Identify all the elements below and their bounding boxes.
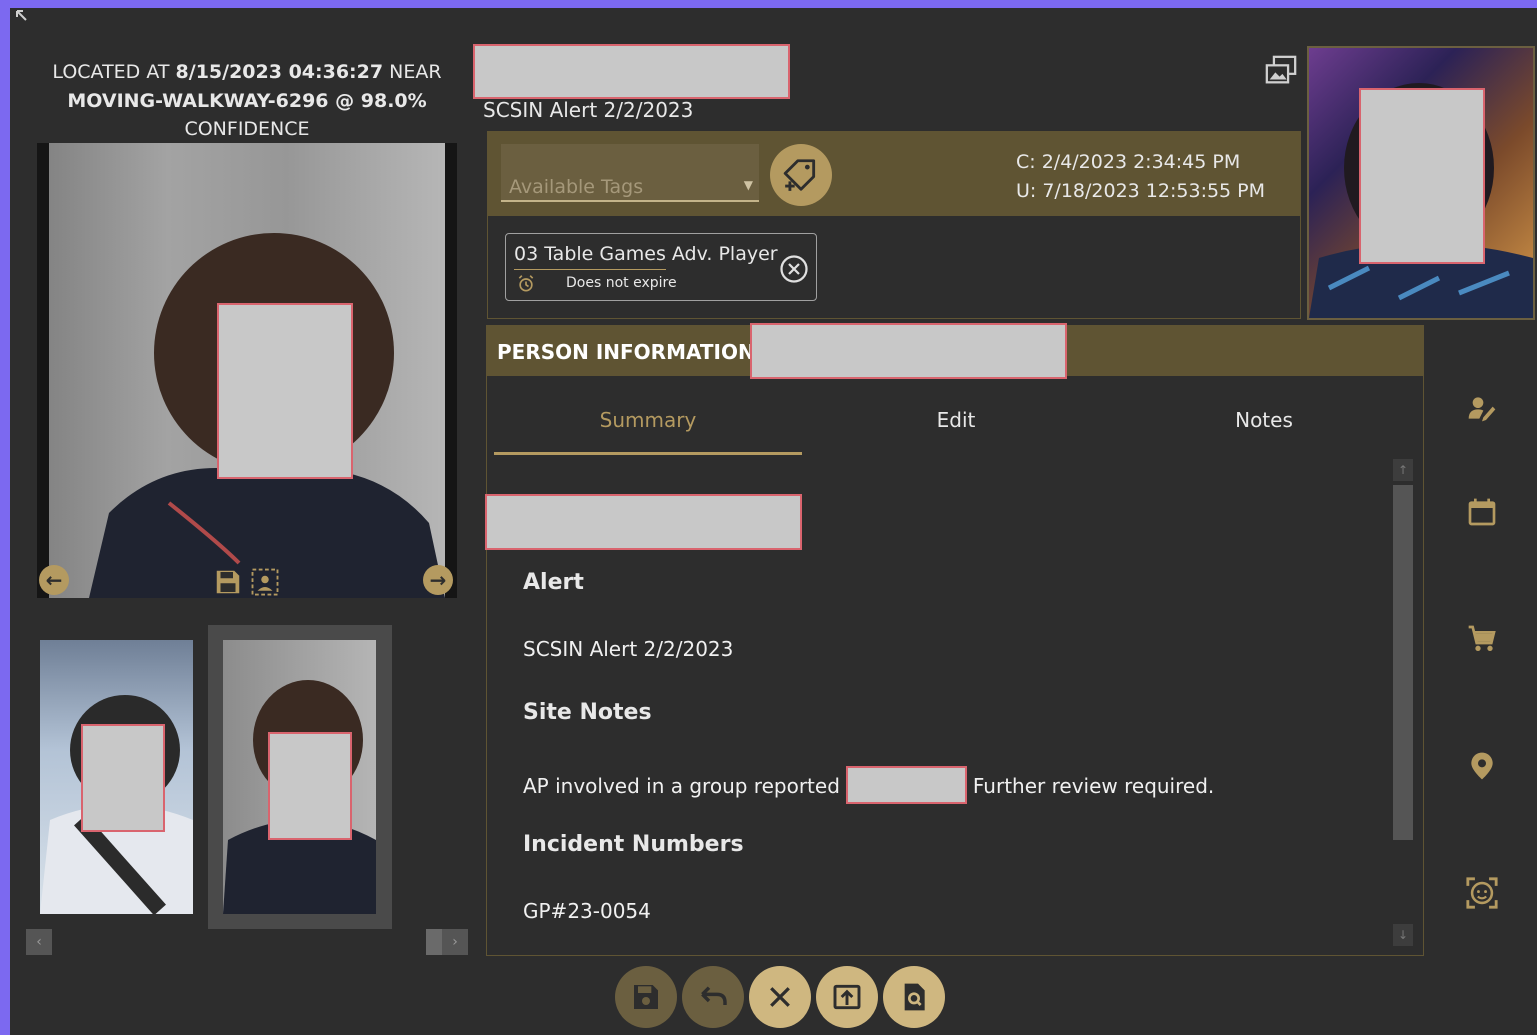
- available-tags-placeholder: Available Tags: [509, 176, 644, 198]
- main-photo: ← →: [37, 143, 457, 598]
- person-image-icon[interactable]: [249, 567, 281, 597]
- tag-chip[interactable]: 03 Table Games Adv. Player Does not expi…: [505, 233, 817, 301]
- remove-tag-icon[interactable]: [779, 254, 809, 284]
- located-confidence: CONFIDENCE: [184, 118, 310, 140]
- add-tag-icon: [783, 159, 816, 191]
- site-notes-text-before: AP involved in a group reported: [523, 774, 840, 798]
- tag-chip-expiry: Does not expire: [566, 275, 677, 291]
- tags-panel: Available Tags ▼ C: 2/4/2023 2:34:45 PM …: [487, 131, 1301, 319]
- person-information-panel: PERSON INFORMATION Summary Edit Notes Al…: [485, 323, 1424, 956]
- person-information-title: PERSON INFORMATION: [497, 340, 755, 364]
- face-redaction: [217, 303, 353, 479]
- record-subtitle: SCSIN Alert 2/2/2023: [483, 98, 694, 122]
- tab-summary[interactable]: Summary: [494, 408, 802, 432]
- calendar-icon[interactable]: [1462, 492, 1502, 532]
- scrollbar-thumb[interactable]: [1393, 485, 1413, 840]
- add-tag-button[interactable]: [770, 144, 832, 206]
- collapse-arrow-icon[interactable]: [14, 8, 30, 24]
- thumbnail-2-selected[interactable]: [208, 625, 392, 929]
- record-dates: C: 2/4/2023 2:34:45 PM U: 7/18/2023 12:5…: [1016, 148, 1265, 206]
- undo-icon: [701, 986, 727, 1005]
- compare-images-icon[interactable]: [1264, 54, 1298, 88]
- site-notes-redaction: [845, 766, 967, 804]
- next-image-button[interactable]: →: [423, 565, 453, 595]
- export-icon: [833, 984, 861, 1010]
- export-button[interactable]: [816, 966, 878, 1028]
- person-id-redaction: [750, 323, 1067, 379]
- undo-button[interactable]: [682, 966, 744, 1028]
- alert-value: SCSIN Alert 2/2/2023: [523, 637, 734, 661]
- save-icon: [634, 985, 658, 1009]
- site-notes-text-after: Further review required.: [972, 774, 1215, 798]
- search-document-button[interactable]: [883, 966, 945, 1028]
- face-redaction: [1359, 88, 1485, 264]
- alarm-clock-icon: [516, 274, 536, 294]
- edit-person-icon[interactable]: [1462, 388, 1502, 428]
- previous-image-button[interactable]: ←: [39, 565, 69, 595]
- updated-date: U: 7/18/2023 12:53:55 PM: [1016, 180, 1266, 202]
- located-timestamp: 8/15/2023 04:36:27: [175, 61, 384, 83]
- save-image-icon[interactable]: [213, 567, 243, 597]
- close-button[interactable]: [749, 966, 811, 1028]
- reference-photo: [1307, 46, 1535, 320]
- face-scan-icon[interactable]: [1462, 873, 1502, 913]
- located-location: MOVING-WALKWAY-6296 @ 98.0%: [67, 89, 427, 112]
- save-button[interactable]: [615, 966, 677, 1028]
- located-info: LOCATED AT 8/15/2023 04:36:27 NEAR MOVIN…: [47, 58, 447, 144]
- site-notes-heading: Site Notes: [523, 700, 652, 725]
- incident-number-value: GP#23-0054: [523, 899, 651, 923]
- tags-header: Available Tags ▼ C: 2/4/2023 2:34:45 PM …: [488, 132, 1300, 216]
- scroll-down-icon[interactable]: ↓: [1393, 924, 1413, 946]
- close-icon: [770, 987, 790, 1007]
- face-redaction: [268, 732, 352, 840]
- site-notes-value: AP involved in a group reported Further …: [523, 766, 1215, 805]
- incident-numbers-heading: Incident Numbers: [523, 832, 744, 857]
- tab-edit[interactable]: Edit: [802, 408, 1110, 432]
- active-tab-indicator: [494, 452, 802, 455]
- thumbnail-1[interactable]: [40, 640, 193, 914]
- tag-chip-label: 03 Table Games Adv. Player: [514, 243, 778, 265]
- tab-notes[interactable]: Notes: [1110, 408, 1418, 432]
- summary-name-redaction: [485, 494, 802, 550]
- scroll-up-icon[interactable]: ↑: [1393, 459, 1413, 481]
- search-document-icon: [904, 983, 925, 1011]
- face-redaction: [81, 724, 165, 832]
- thumbnails-prev-button[interactable]: ‹: [26, 929, 52, 955]
- thumbnails-next-button[interactable]: ›: [442, 929, 468, 955]
- cart-icon[interactable]: [1462, 619, 1502, 659]
- located-near: NEAR: [383, 61, 442, 83]
- available-tags-select[interactable]: Available Tags ▼: [501, 144, 759, 202]
- person-name-redaction: [473, 44, 790, 99]
- thumbnails-scrollbar-thumb[interactable]: [426, 929, 442, 955]
- chevron-down-icon: ▼: [743, 178, 753, 192]
- app-window: LOCATED AT 8/15/2023 04:36:27 NEAR MOVIN…: [10, 8, 1537, 1035]
- location-pin-icon[interactable]: [1462, 746, 1502, 786]
- located-prefix: LOCATED AT: [52, 61, 176, 83]
- summary-scrollbar[interactable]: ↑ ↓: [1390, 457, 1416, 948]
- alert-heading: Alert: [523, 570, 584, 595]
- created-date: C: 2/4/2023 2:34:45 PM: [1016, 151, 1241, 173]
